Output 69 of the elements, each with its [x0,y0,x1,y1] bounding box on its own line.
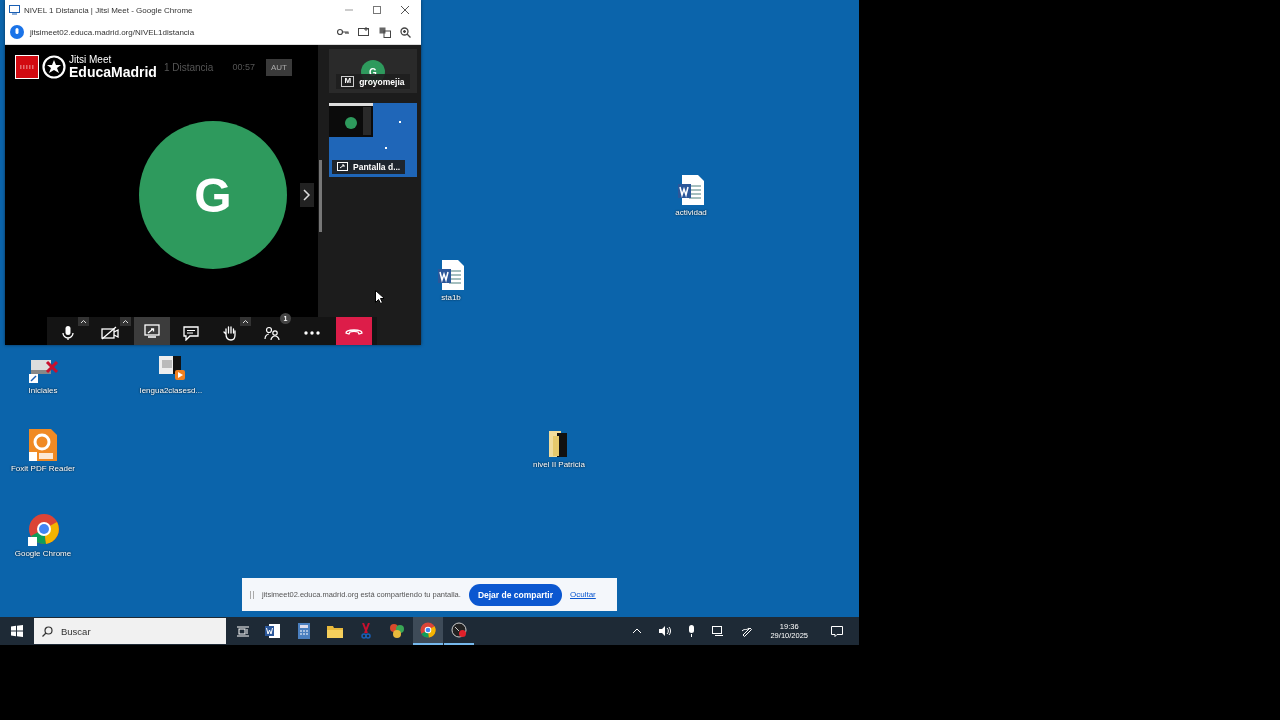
paint-icon [389,623,405,639]
camera-off-icon [101,326,119,340]
screen-share-icon [144,324,160,338]
moderator-badge: M [341,76,355,87]
meeting-timer: 00:57 [232,62,255,72]
window-title: NIVEL 1 Distancia | Jitsi Meet - Google Chrome [24,5,193,15]
pen-icon[interactable] [741,625,754,637]
desktop-icon-label: actividad [675,208,707,217]
raise-hand-icon [223,325,237,341]
region-flag-icon [15,55,39,79]
microphone-icon[interactable] [688,625,696,637]
folder-icon [327,624,343,638]
logo-title: EducaMadrid [69,65,157,79]
chevron-up-icon[interactable] [632,628,643,634]
zoom-icon[interactable] [400,26,411,38]
desktop-icon-label: Foxit PDF Reader [11,464,75,473]
drag-handle-icon[interactable] [250,590,254,599]
desktop-icon-label: Iniciales [28,386,58,395]
screen-share-tile[interactable]: Pantalla d... [329,103,417,177]
scissors-icon [360,623,372,639]
volume-icon[interactable] [659,626,672,636]
word-document-icon[interactable] [676,174,706,206]
caret-icon[interactable] [78,317,89,326]
recorder-icon [451,622,467,638]
recording-badge: AUT [265,58,292,76]
participant-tile[interactable]: G M groyomejia [329,49,417,93]
network-icon[interactable] [712,626,725,636]
more-icon [304,331,320,335]
microphone-icon [62,325,74,341]
caret-icon[interactable] [120,317,131,326]
room-name: 1 Distancia [163,61,214,73]
install-icon[interactable] [358,27,370,37]
address-bar[interactable]: jitsimeet02.educa.madrid.org/NIVEL1distancia [30,27,195,37]
scrollbar[interactable] [319,160,322,232]
desktop-icon-label: Google Chrome [14,549,72,558]
word-icon [265,623,281,639]
caret-icon[interactable] [240,317,251,326]
task-view-icon[interactable] [237,625,249,637]
word-document-icon[interactable] [436,259,466,291]
window-icon [9,5,20,15]
search-field[interactable]: Buscar [34,618,226,644]
pdf-reader-icon[interactable] [27,428,59,462]
notification-icon[interactable] [831,625,843,637]
hang-up-icon [345,327,363,335]
search-icon [42,625,53,637]
desktop-icon-label: nivel II Patricia [533,460,585,469]
key-icon[interactable] [337,27,349,37]
desktop-icon-label: lengua2clasesd... [139,386,203,395]
chat-icon [183,325,199,341]
chrome-icon [420,622,436,638]
calculator-icon [298,623,310,639]
hide-link[interactable]: Ocultar [570,590,596,599]
windows-start-icon[interactable] [11,625,23,637]
close-icon[interactable] [401,6,409,14]
stop-sharing-button[interactable]: Dejar de compartir [468,583,562,606]
screen-share-icon [337,162,348,172]
logo-subtitle: Jitsi Meet [69,55,113,65]
participant-avatar: G [139,121,287,269]
search-placeholder: Buscar [61,625,91,637]
translate-icon[interactable] [379,26,391,38]
screen-share-button[interactable] [134,317,170,345]
chrome-icon[interactable] [26,513,60,547]
logo-icon [42,55,66,79]
maximize-icon[interactable] [373,6,381,14]
participant-name: Pantalla d... [353,162,401,172]
mouse-pointer-icon [375,290,384,304]
participants-icon [264,325,280,341]
hang-up-button[interactable] [336,317,372,345]
desktop-icon-label: sta1b [441,293,461,302]
